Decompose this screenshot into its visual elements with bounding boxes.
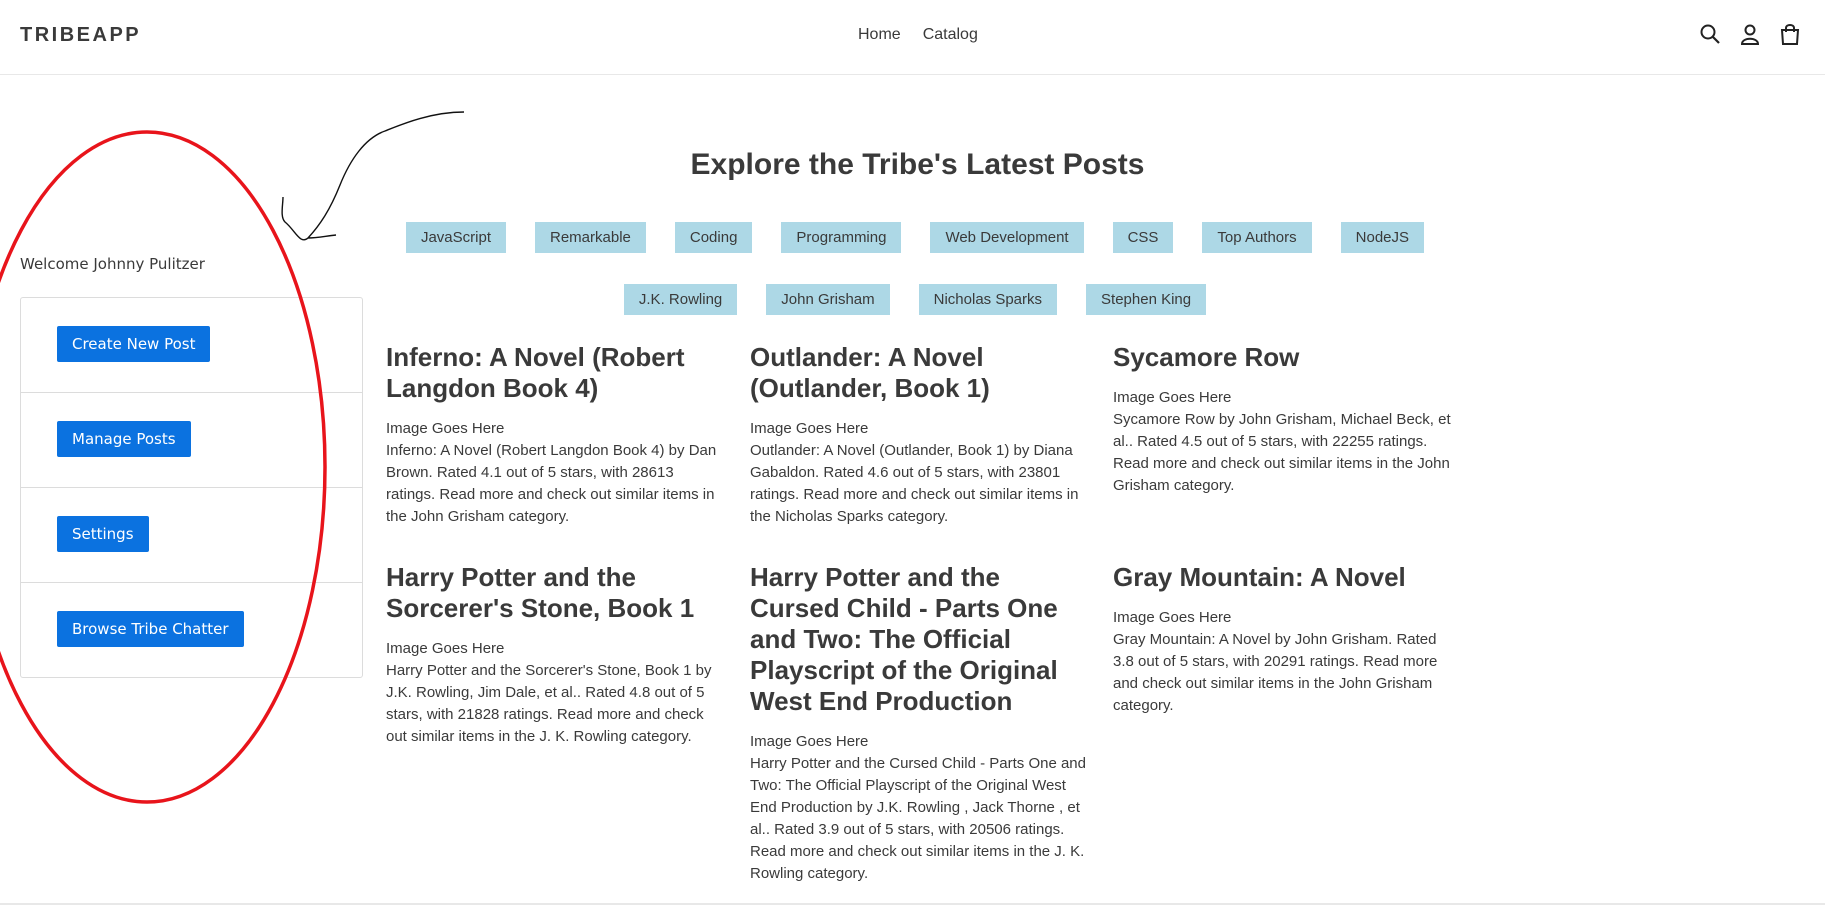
post-title[interactable]: Outlander: A Novel (Outlander, Book 1): [750, 342, 1090, 404]
nav-catalog[interactable]: Catalog: [923, 26, 978, 44]
menu-row: Manage Posts: [21, 393, 362, 488]
tag-nodejs[interactable]: NodeJS: [1340, 222, 1425, 253]
post-title[interactable]: Harry Potter and the Sorcerer's Stone, B…: [386, 562, 726, 624]
page-bottom-border: [0, 903, 1825, 905]
header-icons: [1699, 22, 1801, 46]
manage-posts-button[interactable]: Manage Posts: [57, 421, 191, 457]
site-logo[interactable]: TRIBEAPP: [20, 24, 141, 47]
post-image-placeholder: Image Goes Here: [750, 420, 869, 437]
cart-icon[interactable]: [1779, 22, 1801, 46]
post-description: Sycamore Row by John Grisham, Michael Be…: [1113, 411, 1451, 494]
menu-row: Create New Post: [21, 298, 362, 393]
post-image-placeholder: Image Goes Here: [386, 640, 505, 657]
page-title: Explore the Tribe's Latest Posts: [690, 148, 1145, 181]
tag-programming[interactable]: Programming: [781, 222, 902, 253]
post-image-placeholder: Image Goes Here: [1113, 609, 1232, 626]
tag-jk-rowling[interactable]: J.K. Rowling: [623, 284, 738, 315]
post-title[interactable]: Harry Potter and the Cursed Child - Part…: [750, 562, 1090, 717]
post-card: Sycamore Row Image Goes Here Sycamore Ro…: [1113, 342, 1453, 497]
post-description: Outlander: A Novel (Outlander, Book 1) b…: [750, 442, 1079, 525]
menu-row: Browse Tribe Chatter: [21, 583, 362, 677]
tag-row-2: J.K. Rowling John Grisham Nicholas Spark…: [385, 284, 1445, 315]
post-card: Gray Mountain: A Novel Image Goes Here G…: [1113, 562, 1453, 717]
post-description: Harry Potter and the Sorcerer's Stone, B…: [386, 662, 712, 745]
tag-stephen-king[interactable]: Stephen King: [1086, 284, 1207, 315]
tag-john-grisham[interactable]: John Grisham: [766, 284, 890, 315]
tag-top-authors[interactable]: Top Authors: [1202, 222, 1312, 253]
tag-remarkable[interactable]: Remarkable: [535, 222, 646, 253]
post-title[interactable]: Sycamore Row: [1113, 342, 1453, 373]
create-new-post-button[interactable]: Create New Post: [57, 326, 211, 362]
account-icon[interactable]: [1739, 22, 1761, 46]
tag-web-development[interactable]: Web Development: [930, 222, 1084, 253]
post-description: Gray Mountain: A Novel by John Grisham. …: [1113, 631, 1438, 714]
post-image-placeholder: Image Goes Here: [386, 420, 505, 437]
post-image-placeholder: Image Goes Here: [1113, 389, 1232, 406]
search-icon[interactable]: [1699, 22, 1721, 46]
tag-row-1: JavaScript Remarkable Coding Programming…: [385, 222, 1445, 253]
sidebar-menu: Create New Post Manage Posts Settings Br…: [20, 297, 363, 678]
post-card: Harry Potter and the Sorcerer's Stone, B…: [386, 562, 726, 748]
post-title[interactable]: Inferno: A Novel (Robert Langdon Book 4): [386, 342, 726, 404]
tag-javascript[interactable]: JavaScript: [405, 222, 506, 253]
post-title[interactable]: Gray Mountain: A Novel: [1113, 562, 1453, 593]
nav-home[interactable]: Home: [858, 26, 901, 44]
tag-coding[interactable]: Coding: [674, 222, 753, 253]
settings-button[interactable]: Settings: [57, 516, 149, 552]
tag-nicholas-sparks[interactable]: Nicholas Sparks: [918, 284, 1058, 315]
welcome-message: Welcome Johnny Pulitzer: [20, 255, 205, 273]
browse-tribe-chatter-button[interactable]: Browse Tribe Chatter: [57, 611, 244, 647]
user-sidebar: Welcome Johnny Pulitzer Create New Post …: [20, 255, 363, 678]
post-image-placeholder: Image Goes Here: [750, 733, 869, 750]
post-description: Harry Potter and the Cursed Child - Part…: [750, 755, 1086, 882]
tag-css[interactable]: CSS: [1112, 222, 1174, 253]
site-header: TRIBEAPP Home Catalog: [0, 0, 1825, 75]
post-card: Inferno: A Novel (Robert Langdon Book 4)…: [386, 342, 726, 528]
menu-row: Settings: [21, 488, 362, 583]
post-card: Harry Potter and the Cursed Child - Part…: [750, 562, 1090, 885]
main-nav: Home Catalog: [858, 26, 978, 44]
post-description: Inferno: A Novel (Robert Langdon Book 4)…: [386, 442, 717, 525]
post-card: Outlander: A Novel (Outlander, Book 1) I…: [750, 342, 1090, 528]
